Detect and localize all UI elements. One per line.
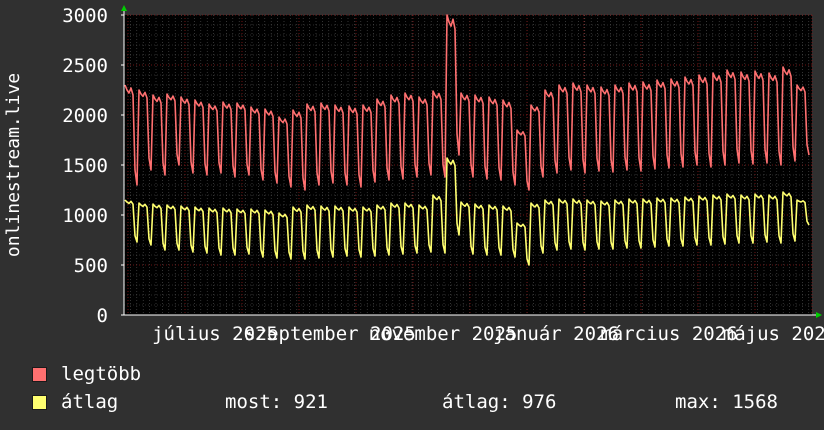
x-axis-ticks: július 2025szeptember 2025november 2025j… <box>152 323 824 345</box>
x-tick-label: május 2026 <box>723 323 824 345</box>
y-axis-arrow-icon <box>121 5 127 11</box>
chart: 0 500 1000 1500 2000 2500 3000 július 2025szep… <box>3 5 824 345</box>
x-tick-label: március 2026 <box>600 323 737 345</box>
y-tick-label: 2000 <box>62 105 108 127</box>
grid <box>123 14 813 315</box>
x-axis-arrow-icon <box>816 312 822 318</box>
y-axis-ticks: 0 500 1000 1500 2000 2500 3000 <box>62 5 124 327</box>
y-tick-label: 3000 <box>62 5 108 27</box>
y-tick-label: 1500 <box>62 155 108 177</box>
y-tick-label: 2500 <box>62 55 108 77</box>
y-tick-label: 1000 <box>62 205 108 227</box>
plot-background <box>124 15 812 315</box>
y-tick-label: 0 <box>97 305 108 327</box>
y-axis-label: onlinestream.live <box>3 73 24 257</box>
y-tick-label: 500 <box>74 255 108 277</box>
